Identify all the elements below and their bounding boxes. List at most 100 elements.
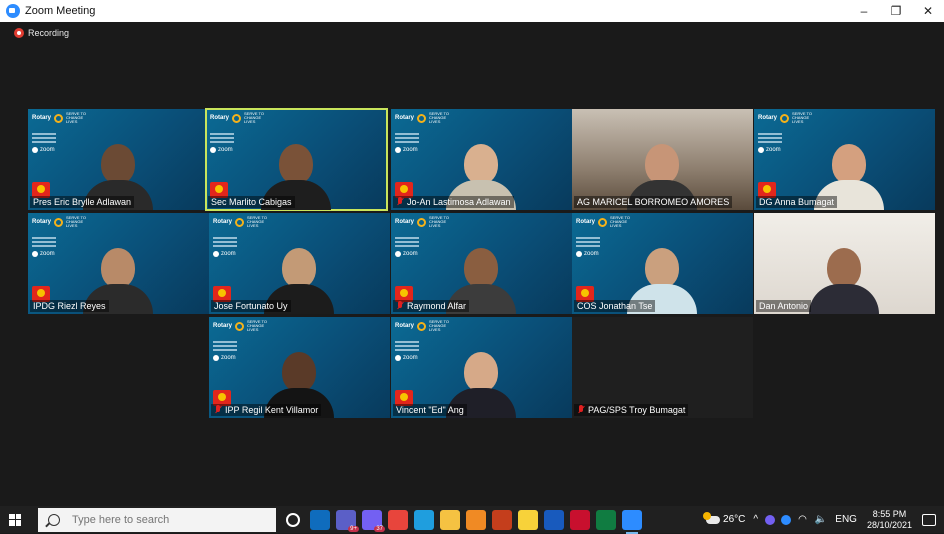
zoom-badge: zoom xyxy=(758,147,788,153)
rotary-banner: Rotary SERVE TO CHANGE LIVES xyxy=(32,112,88,124)
weather-widget[interactable]: 26°C xyxy=(703,511,746,525)
participant-name-label: IPDG Riezl Reyes xyxy=(30,300,109,312)
event-info-panel: zoom xyxy=(395,237,425,257)
zoom-badge: zoom xyxy=(576,251,606,257)
restore-button[interactable]: ❐ xyxy=(880,0,912,22)
zoom-logo-icon xyxy=(758,147,764,153)
wifi-icon[interactable]: ◠ xyxy=(798,514,807,525)
participant-video-tile[interactable]: Rotary SERVE TO CHANGE LIVES zoom Sec Marli… xyxy=(205,108,388,211)
zoom-logo-icon xyxy=(210,147,216,153)
volume-icon[interactable]: 🔈 xyxy=(815,514,827,525)
zoom-logo-icon xyxy=(395,355,401,361)
rotary-banner: Rotary SERVE TO CHANGE LIVES xyxy=(576,216,632,228)
participant-video-tile[interactable]: Dan Antonio xyxy=(754,213,935,314)
participant-video-tile[interactable]: Rotary SERVE TO CHANGE LIVES zoom Vincent "… xyxy=(391,317,572,418)
participant-video-tile[interactable]: Rotary SERVE TO CHANGE LIVES zoom Jose Fort… xyxy=(209,213,390,314)
rotary-wheel-icon xyxy=(417,113,427,123)
rotary-banner: Rotary SERVE TO CHANGE LIVES xyxy=(213,216,269,228)
zoom-badge: zoom xyxy=(32,251,62,257)
language-indicator[interactable]: ENG xyxy=(835,514,857,525)
chrome-icon[interactable] xyxy=(388,509,408,530)
zoom-word: zoom xyxy=(40,147,55,153)
edge-icon[interactable] xyxy=(414,509,434,530)
banner-tagline: SERVE TO CHANGE LIVES xyxy=(66,215,87,228)
meeting-gallery-view: Recording Rotary SERVE TO CHANGE LIVES zoo… xyxy=(0,22,944,506)
zoom-logo-icon xyxy=(32,147,38,153)
zoom-badge: zoom xyxy=(395,251,425,257)
participant-video-tile[interactable]: Rotary SERVE TO CHANGE LIVES zoom DG Anna B… xyxy=(754,109,935,210)
event-info-panel: zoom xyxy=(213,341,243,361)
rotary-wheel-icon xyxy=(598,217,608,227)
muted-mic-icon xyxy=(396,197,404,207)
zoom-word: zoom xyxy=(403,147,418,153)
participant-name-label: DG Anna Bumagat xyxy=(756,196,838,208)
zoom-word: zoom xyxy=(221,355,236,361)
banner-tagline: SERVE TO CHANGE LIVES xyxy=(247,215,268,228)
rotary-banner: Rotary SERVE TO CHANGE LIVES xyxy=(395,112,451,124)
zoom-icon[interactable] xyxy=(622,509,642,534)
zoom-badge: zoom xyxy=(395,147,425,153)
participant-video-tile[interactable]: Rotary SERVE TO CHANGE LIVES zoom Jo-An Las… xyxy=(391,109,572,210)
participant-name: Sec Marlito Cabigas xyxy=(211,197,292,207)
recording-label: Recording xyxy=(28,28,70,38)
rotary-wheel-icon xyxy=(54,113,64,123)
participant-video-tile[interactable]: Rotary SERVE TO CHANGE LIVES zoom COS Jonat… xyxy=(572,213,753,314)
teams-icon[interactable]: 9+ xyxy=(336,509,359,532)
sticky-notes-icon[interactable] xyxy=(518,509,538,530)
participant-video-tile[interactable]: AG MARICEL BORROMEO AMORES xyxy=(572,109,753,210)
outlook-icon[interactable] xyxy=(310,509,330,530)
notification-badge: 37 xyxy=(374,525,385,532)
participant-video-tile[interactable]: Rotary SERVE TO CHANGE LIVES zoom IPDG Riez… xyxy=(28,213,209,314)
excel-icon[interactable] xyxy=(596,509,616,530)
banner-tagline: SERVE TO CHANGE LIVES xyxy=(429,215,450,228)
banner-tagline: SERVE TO CHANGE LIVES xyxy=(610,215,631,228)
wps-icon[interactable] xyxy=(570,509,590,530)
viber-tray-icon[interactable] xyxy=(765,514,776,525)
muted-mic-icon xyxy=(214,405,222,415)
participant-name-label: Sec Marlito Cabigas xyxy=(208,196,295,208)
zoom-word: zoom xyxy=(584,251,599,257)
rotary-banner: Rotary SERVE TO CHANGE LIVES xyxy=(395,216,451,228)
rotary-label: Rotary xyxy=(213,323,233,329)
word-icon[interactable] xyxy=(544,509,564,530)
weather-temperature: 26°C xyxy=(723,514,746,525)
notifications-icon[interactable] xyxy=(922,513,936,526)
participant-name: Pres Eric Brylle Adlawan xyxy=(33,197,132,207)
powerpoint-icon[interactable] xyxy=(492,509,512,530)
participant-name-label: COS Jonathan Tse xyxy=(574,300,656,312)
cortana-icon[interactable] xyxy=(286,512,300,527)
event-info-panel: zoom xyxy=(576,237,606,257)
clock[interactable]: 8:55 PM 28/10/2021 xyxy=(867,509,912,531)
participant-video xyxy=(809,248,879,314)
participant-name: IPP Regil Kent Villamor xyxy=(225,405,319,415)
participant-name: DG Anna Bumagat xyxy=(759,197,835,207)
taskbar-search-box[interactable] xyxy=(38,507,276,532)
minimize-button[interactable]: – xyxy=(848,0,880,22)
show-hidden-icons-chevron-icon[interactable]: ^ xyxy=(753,514,758,525)
rotary-banner: Rotary SERVE TO CHANGE LIVES xyxy=(210,112,266,124)
participant-name: AG MARICEL BORROMEO AMORES xyxy=(577,197,730,207)
file-explorer-icon[interactable] xyxy=(440,509,460,530)
onedrive-icon[interactable] xyxy=(781,514,792,525)
zoom-badge: zoom xyxy=(395,355,425,361)
windows-taskbar: 9+ 37 26°C ^ ◠ 🔈 ENG 8:55 PM 28/10/2021 xyxy=(0,506,944,534)
title-bar: Zoom Meeting – ❐ ✕ xyxy=(0,0,944,22)
zoom-word: zoom xyxy=(221,251,236,257)
participant-video-tile[interactable]: Rotary SERVE TO CHANGE LIVES zoom Pres Eric… xyxy=(28,109,209,210)
participant-video-tile[interactable]: Rotary SERVE TO CHANGE LIVES zoom Raymond A… xyxy=(391,213,572,314)
participant-name: Jose Fortunato Uy xyxy=(214,301,288,311)
close-button[interactable]: ✕ xyxy=(912,0,944,22)
banner-tagline: SERVE TO CHANGE LIVES xyxy=(792,111,813,124)
participant-video-tile[interactable]: PAG/SPS Troy Bumagat xyxy=(572,317,753,418)
banner-tagline: SERVE TO CHANGE LIVES xyxy=(247,319,268,332)
start-button[interactable] xyxy=(0,506,30,533)
viber-icon[interactable]: 37 xyxy=(362,509,385,532)
zoom-badge: zoom xyxy=(32,147,62,153)
participant-name-label: IPP Regil Kent Villamor xyxy=(211,404,322,416)
rotary-wheel-icon xyxy=(235,321,245,331)
participant-video-tile[interactable]: Rotary SERVE TO CHANGE LIVES zoom IPP Regil… xyxy=(209,317,390,418)
recording-indicator[interactable]: Recording xyxy=(14,28,69,38)
participant-name-label: Jo-An Lastimosa Adlawan xyxy=(393,196,514,208)
search-input[interactable] xyxy=(72,513,252,526)
vlc-icon[interactable] xyxy=(466,509,486,530)
